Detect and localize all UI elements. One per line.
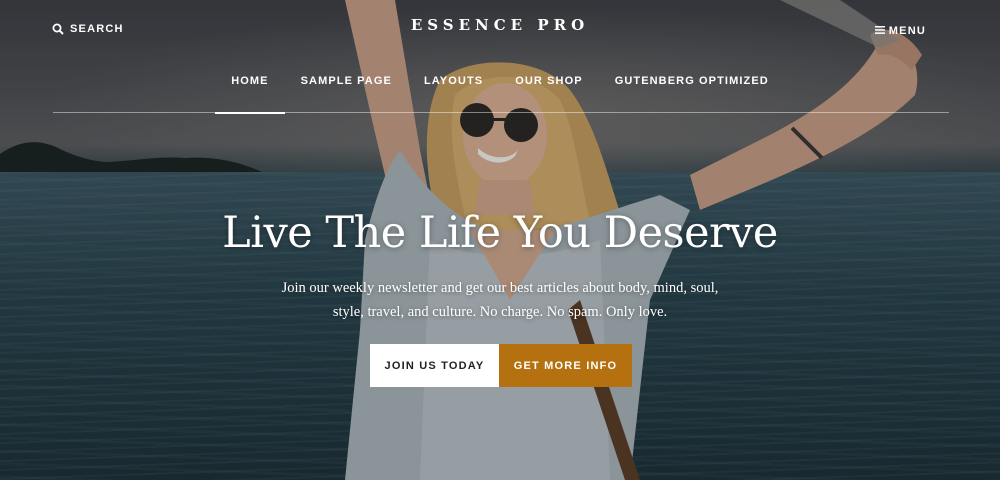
hero-subtext: Join our weekly newsletter and get our b… xyxy=(250,276,750,324)
nav-item-our-shop[interactable]: OUR SHOP xyxy=(499,70,598,113)
nav-item-layouts[interactable]: LAYOUTS xyxy=(408,70,499,113)
join-us-today-button[interactable]: JOIN US TODAY xyxy=(370,344,499,387)
hero-section: SEARCH ESSENCE PRO MENU HOME SAMPLE PAGE… xyxy=(0,0,1000,480)
nav-divider xyxy=(53,112,949,113)
hero-subtext-line-1: Join our weekly newsletter and get our b… xyxy=(281,280,719,296)
nav-item-home[interactable]: HOME xyxy=(215,70,286,114)
hero-headline: Live The Life You Deserve xyxy=(222,208,778,258)
menu-button[interactable]: MENU xyxy=(874,25,926,37)
site-title[interactable]: ESSENCE PRO xyxy=(0,16,1000,34)
site-header: SEARCH ESSENCE PRO MENU xyxy=(0,0,1000,60)
nav-item-sample-page[interactable]: SAMPLE PAGE xyxy=(285,70,408,113)
primary-nav: HOME SAMPLE PAGE LAYOUTS OUR SHOP GUTENB… xyxy=(0,70,1000,114)
hamburger-icon xyxy=(874,25,885,37)
nav-item-gutenberg-optimized[interactable]: GUTENBERG OPTIMIZED xyxy=(599,70,785,113)
get-more-info-button[interactable]: GET MORE INFO xyxy=(499,344,632,387)
menu-label: MENU xyxy=(888,25,926,37)
hero-subtext-line-2: style, travel, and culture. No charge. N… xyxy=(332,304,668,320)
